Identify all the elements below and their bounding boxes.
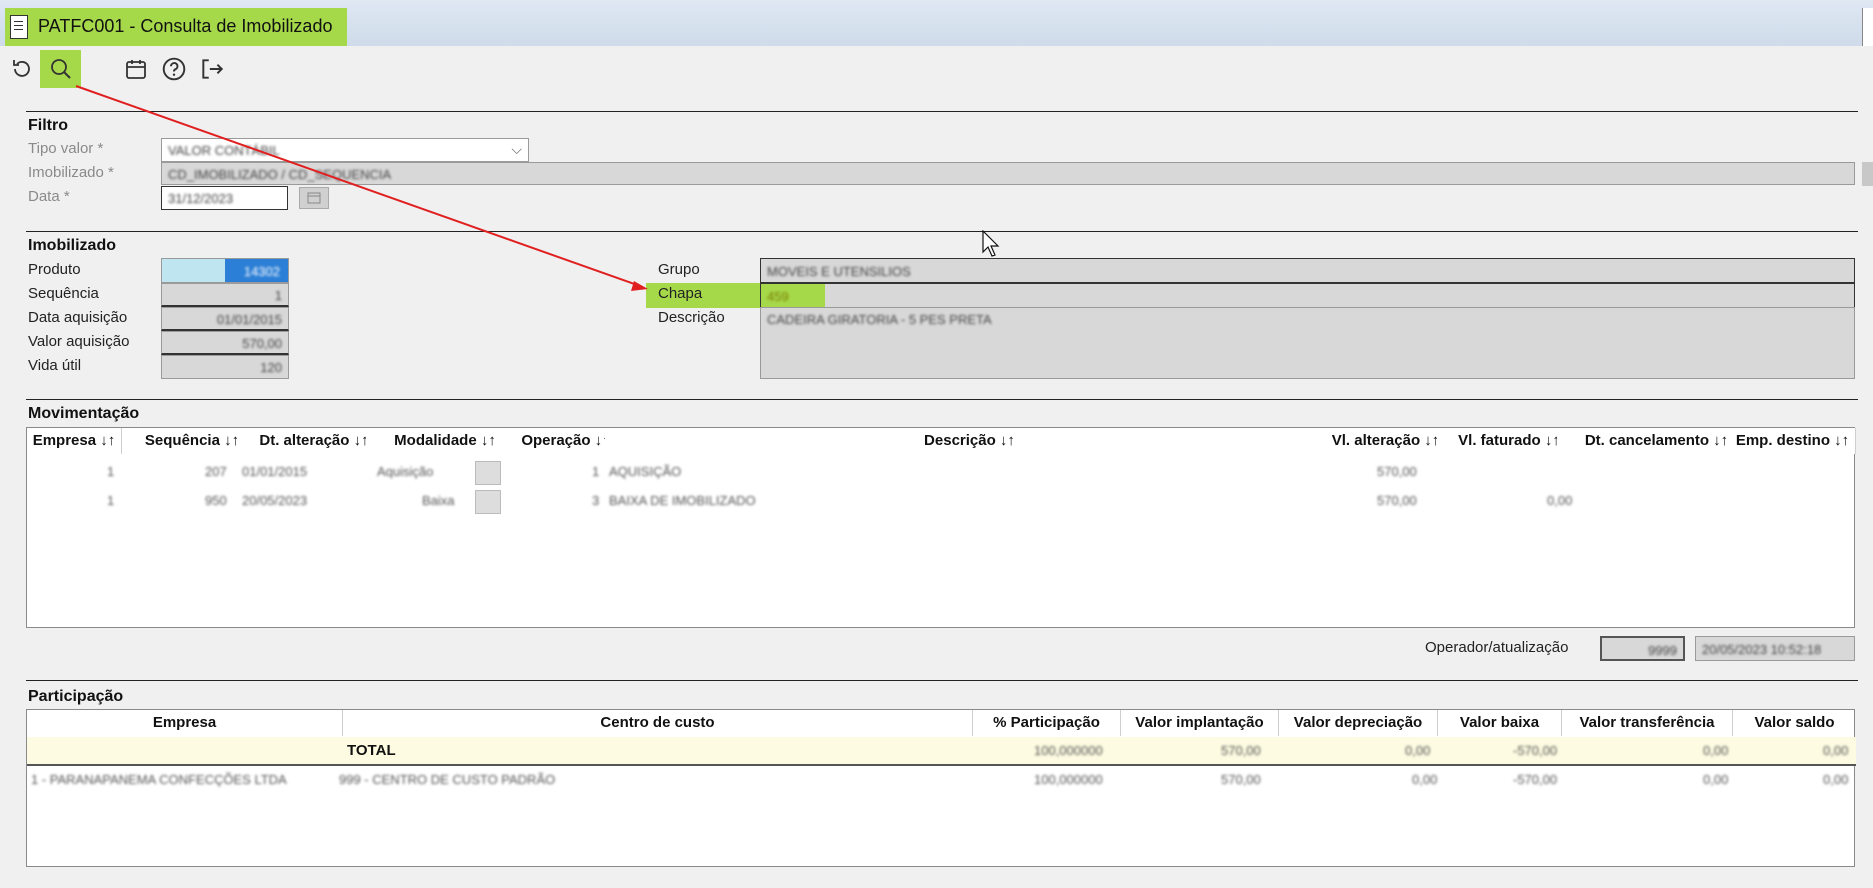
annotation-arrow: [75, 85, 648, 291]
